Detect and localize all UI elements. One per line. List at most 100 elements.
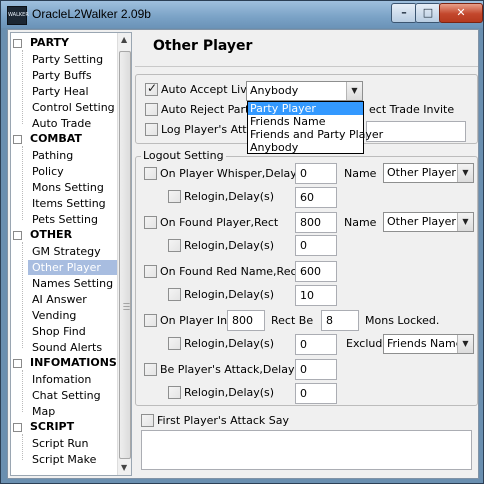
whisper-relogin-label: Relogin,Delay(s) <box>184 190 275 203</box>
client-area: PARTY Party Setting Party Buffs Party Heal C… <box>7 29 479 479</box>
sidebar-item-gm-strategy[interactable]: GM Strategy <box>30 244 103 259</box>
sidebar-section-label: OTHER <box>30 228 73 241</box>
player-whisper-checkbox[interactable] <box>144 167 157 180</box>
sidebar-item-ai-answer[interactable]: AI Answer <box>30 292 89 307</box>
be-attack-checkbox[interactable] <box>144 363 157 376</box>
log-players-attack-label: Log Player's Attac <box>161 123 260 136</box>
sidebar-scrollbar[interactable]: ▲ — — — ▼ <box>117 33 131 475</box>
header-divider <box>135 66 478 67</box>
sidebar-item-chat-setting[interactable]: Chat Setting <box>30 388 103 403</box>
whisper-relogin-checkbox[interactable] <box>168 190 181 203</box>
found-player-relogin-delay-input[interactable]: 0 <box>295 235 337 256</box>
found-player-label: On Found Player,Rect <box>160 216 279 229</box>
tree-connector <box>22 370 23 412</box>
tree-connector <box>22 146 23 220</box>
mons-locked-label: Mons Locked. <box>365 314 440 327</box>
reject-trade-invite-label: ect Trade Invite <box>369 103 455 116</box>
found-red-label: On Found Red Name,Rect <box>160 265 301 278</box>
scroll-up-icon[interactable]: ▲ <box>121 35 127 44</box>
sidebar-item-party-setting[interactable]: Party Setting <box>30 52 105 67</box>
whisper-delay-input[interactable]: 0 <box>295 163 337 184</box>
tree-connector <box>22 50 23 124</box>
be-attack-relogin-delay-input[interactable]: 0 <box>295 383 337 404</box>
found-player-checkbox[interactable] <box>144 216 157 229</box>
first-attack-say-checkbox[interactable] <box>141 414 154 427</box>
player-in-label: On Player In <box>160 314 228 327</box>
sidebar-item-script-run[interactable]: Script Run <box>30 436 91 451</box>
sidebar-section-label: SCRIPT <box>30 420 75 433</box>
auto-accept-live-checkbox[interactable] <box>145 81 158 96</box>
log-players-attack-checkbox[interactable] <box>145 123 158 136</box>
maximize-icon: □ <box>422 6 434 19</box>
sidebar-item-infomation[interactable]: Infomation <box>30 372 93 387</box>
sidebar-item-party-heal[interactable]: Party Heal <box>30 84 91 99</box>
be-attack-delay-input[interactable]: 0 <box>295 359 337 380</box>
scroll-down-icon[interactable]: ▼ <box>121 463 127 472</box>
sidebar-item-auto-trade[interactable]: Auto Trade <box>30 116 93 131</box>
found-red-relogin-delay-input[interactable]: 10 <box>295 285 337 306</box>
dropdown-option[interactable]: Friends and Party Player <box>248 128 383 141</box>
whisper-name-dropdown[interactable]: Other Player N ▼ <box>383 163 474 183</box>
sidebar-item-pets-setting[interactable]: Pets Setting <box>30 212 100 227</box>
auto-accept-live-options[interactable]: Party Player Friends Name Friends and Pa… <box>247 101 383 154</box>
main-panel: Other Player Auto Accept Live Anybody ▼ … <box>135 30 478 480</box>
collapse-toggle-icon[interactable] <box>13 231 22 240</box>
collapse-toggle-icon[interactable] <box>13 423 22 432</box>
collapse-toggle-icon[interactable] <box>13 135 22 144</box>
title-bar[interactable]: WALKER OracleL2Walker 2.09b – □ ✕ <box>1 1 483 28</box>
chevron-down-icon[interactable]: ▼ <box>457 335 473 353</box>
sidebar-item-pathing[interactable]: Pathing <box>30 148 75 163</box>
auto-reject-party-checkbox[interactable] <box>145 103 158 116</box>
exclude-dropdown[interactable]: Friends NameL ▼ <box>383 334 474 354</box>
player-in-checkbox[interactable] <box>144 314 157 327</box>
player-in-relogin-label: Relogin,Delay(s) <box>184 337 275 350</box>
first-attack-say-textarea[interactable] <box>141 430 472 470</box>
maximize-button[interactable]: □ <box>415 3 441 23</box>
mons-count-input[interactable]: 8 <box>321 310 359 331</box>
collapse-toggle-icon[interactable] <box>13 359 22 368</box>
found-player-name-dropdown[interactable]: Other Player N ▼ <box>383 212 474 232</box>
whisper-relogin-delay-input[interactable]: 60 <box>295 187 337 208</box>
sidebar-item-mons-setting[interactable]: Mons Setting <box>30 180 106 195</box>
collapse-toggle-icon[interactable] <box>13 39 22 48</box>
whisper-name-value: Other Player N <box>387 166 468 179</box>
chevron-down-icon[interactable]: ▼ <box>457 213 473 231</box>
be-attack-relogin-checkbox[interactable] <box>168 386 181 399</box>
tree-connector <box>22 434 23 460</box>
dropdown-option[interactable]: Party Player <box>248 102 363 115</box>
chevron-down-icon[interactable]: ▼ <box>457 164 473 182</box>
found-red-relogin-checkbox[interactable] <box>168 288 181 301</box>
grip-icon: — — — <box>123 299 130 313</box>
scrollbar-thumb[interactable]: — — — <box>119 51 131 459</box>
found-red-checkbox[interactable] <box>144 265 157 278</box>
player-in-relogin-delay-input[interactable]: 0 <box>295 334 337 355</box>
chevron-down-icon[interactable]: ▼ <box>346 82 362 100</box>
sidebar-item-party-buffs[interactable]: Party Buffs <box>30 68 94 83</box>
be-attack-relogin-label: Relogin,Delay(s) <box>184 386 275 399</box>
auto-accept-live-dropdown[interactable]: Anybody ▼ <box>246 81 363 101</box>
sidebar-item-names-setting[interactable]: Names Setting <box>30 276 115 291</box>
sidebar-section-label: COMBAT <box>30 132 82 145</box>
close-button[interactable]: ✕ <box>439 3 483 23</box>
found-player-rect-input[interactable]: 800 <box>295 212 337 233</box>
sidebar-item-items-setting[interactable]: Items Setting <box>30 196 108 211</box>
sidebar-item-map[interactable]: Map <box>30 404 57 419</box>
sidebar-item-vending[interactable]: Vending <box>30 308 78 323</box>
sidebar-item-policy[interactable]: Policy <box>30 164 66 179</box>
player-whisper-label: On Player Whisper,Delay(s) <box>160 167 312 180</box>
found-player-name-value: Other Player N <box>387 215 468 228</box>
dropdown-option[interactable]: Friends Name <box>248 115 363 128</box>
sidebar-item-shop-find[interactable]: Shop Find <box>30 324 88 339</box>
minimize-button[interactable]: – <box>391 3 417 23</box>
found-player-relogin-checkbox[interactable] <box>168 239 181 252</box>
player-in-relogin-checkbox[interactable] <box>168 337 181 350</box>
sidebar-section-label: INFOMATIONS <box>30 356 117 369</box>
sidebar-item-other-player[interactable]: Other Player <box>28 260 122 275</box>
sidebar-item-sound-alerts[interactable]: Sound Alerts <box>30 340 104 355</box>
sidebar-item-control-setting[interactable]: Control Setting <box>30 100 117 115</box>
found-red-rect-input[interactable]: 600 <box>295 261 337 282</box>
player-in-rect-input[interactable]: 800 <box>227 310 265 331</box>
dropdown-option[interactable]: Anybody <box>248 141 363 154</box>
tree-connector <box>22 242 23 348</box>
sidebar-item-script-make[interactable]: Script Make <box>30 452 98 467</box>
